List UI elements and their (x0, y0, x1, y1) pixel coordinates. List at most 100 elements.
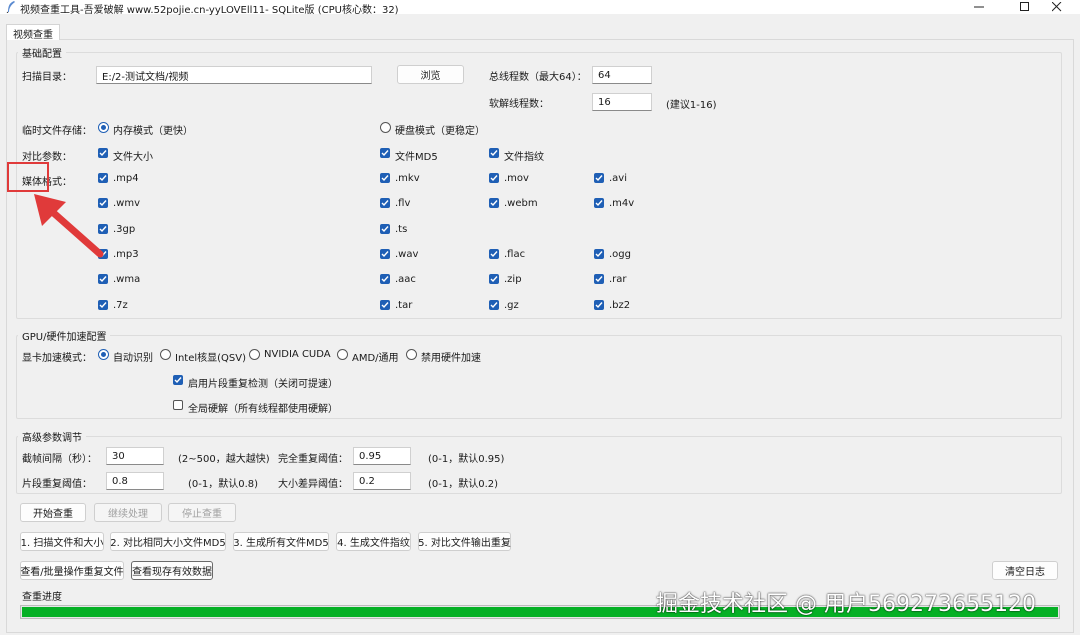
format-tar-checkbox[interactable] (380, 300, 390, 310)
total-threads-input[interactable] (592, 66, 652, 84)
format-zip-checkbox[interactable] (489, 274, 499, 284)
format-mov-label: .mov (504, 173, 529, 184)
full-dup-threshold-hint: (0-1，默认0.95) (428, 454, 505, 465)
checkmark-icon (99, 150, 107, 157)
format-m4v-label: .m4v (609, 198, 635, 209)
checkmark-icon (99, 302, 107, 309)
title-bar: 视频查重工具-吾爱破解 www.52pojie.cn-yyLOVEll11- S… (0, 0, 1080, 16)
gpu-amd-label: AMD/通用 (352, 353, 399, 364)
segment-dup-threshold-input[interactable] (106, 472, 164, 490)
compare-params-label: 对比参数： (22, 152, 72, 163)
segment-dup-threshold-label: 片段重复阈值： (22, 479, 92, 490)
scan-dir-input[interactable] (96, 66, 372, 84)
checkmark-icon (490, 200, 498, 207)
format-flac-checkbox[interactable] (489, 249, 499, 259)
gpu-mode-label: 显卡加速模式： (22, 353, 92, 364)
file-md5-checkbox[interactable] (380, 148, 390, 158)
continue-button[interactable]: 继续处理 (94, 503, 162, 522)
format-mkv-label: .mkv (395, 173, 420, 184)
format-ts-checkbox[interactable] (380, 224, 390, 234)
global-hw-decode-label: 全局硬解（所有线程都使用硬解） (188, 404, 338, 415)
format-flv-label: .flv (395, 198, 411, 209)
close-button[interactable] (1034, 0, 1080, 14)
memory-mode-radio[interactable] (98, 122, 109, 133)
watermark-text: 掘金技术社区 @ 用户569273655120 (656, 592, 1036, 617)
gpu-disable-radio[interactable] (406, 349, 417, 360)
close-icon (1052, 2, 1062, 12)
start-dedup-button[interactable]: 开始查重 (20, 503, 86, 522)
format-flv-checkbox[interactable] (380, 198, 390, 208)
file-fingerprint-label: 文件指纹 (504, 152, 544, 163)
format-wma-checkbox[interactable] (98, 274, 108, 284)
format-mov-checkbox[interactable] (489, 173, 499, 183)
checkmark-icon (381, 302, 389, 309)
gpu-config-title: GPU/硬件加速配置 (18, 328, 111, 343)
minimize-icon (974, 6, 984, 8)
format-aac-checkbox[interactable] (380, 274, 390, 284)
checkmark-icon (381, 150, 389, 157)
decode-threads-input[interactable] (592, 93, 652, 111)
gpu-auto-radio[interactable] (98, 349, 109, 360)
step4-fingerprint-button[interactable]: 4. 生成文件指纹 (336, 532, 411, 551)
format-7z-checkbox[interactable] (98, 300, 108, 310)
view-valid-data-button[interactable]: 查看现存有效数据 (131, 561, 213, 580)
size-diff-threshold-input[interactable] (353, 472, 411, 490)
full-dup-threshold-input[interactable] (353, 447, 411, 465)
checkmark-icon (595, 276, 603, 283)
checkmark-icon (490, 150, 498, 157)
format-avi-checkbox[interactable] (594, 173, 604, 183)
gpu-intel-radio[interactable] (160, 349, 171, 360)
format-m4v-checkbox[interactable] (594, 198, 604, 208)
checkmark-icon (490, 276, 498, 283)
tab-video-dedup[interactable]: 视频查重 (6, 24, 60, 41)
format-wav-checkbox[interactable] (380, 249, 390, 259)
global-hw-decode-checkbox[interactable] (173, 400, 183, 410)
gpu-auto-label: 自动识别 (113, 353, 153, 364)
frame-interval-input[interactable] (106, 447, 164, 465)
browse-button[interactable]: 浏览 (397, 65, 464, 84)
clear-log-button[interactable]: 清空日志 (992, 561, 1058, 580)
step5-output-duplicates-button[interactable]: 5. 对比文件输出重复 (418, 532, 511, 551)
step2-compare-md5-button[interactable]: 2. 对比相同大小文件MD5 (110, 532, 226, 551)
file-size-checkbox[interactable] (98, 148, 108, 158)
annotation-highlight-box (7, 162, 49, 192)
checkmark-icon (381, 175, 389, 182)
gpu-disable-label: 禁用硬件加速 (421, 353, 481, 364)
format-aac-label: .aac (395, 274, 416, 285)
checkmark-icon (490, 302, 498, 309)
format-rar-label: .rar (609, 274, 627, 285)
size-diff-threshold-label: 大小差异阈值： (278, 479, 348, 490)
disk-mode-radio[interactable] (380, 122, 391, 133)
checkmark-icon (595, 175, 603, 182)
size-diff-threshold-hint: (0-1，默认0.2) (428, 479, 499, 490)
format-gz-checkbox[interactable] (489, 300, 499, 310)
format-zip-label: .zip (504, 274, 522, 285)
checkmark-icon (595, 302, 603, 309)
minimize-button[interactable] (956, 0, 1002, 14)
view-batch-duplicates-button[interactable]: 查看/批量操作重复文件 (20, 561, 124, 580)
format-mp4-checkbox[interactable] (98, 173, 108, 183)
disk-mode-label: 硬盘模式（更稳定） (395, 126, 485, 137)
format-rar-checkbox[interactable] (594, 274, 604, 284)
format-ts-label: .ts (395, 224, 408, 235)
step3-generate-md5-button[interactable]: 3. 生成所有文件MD5 (233, 532, 329, 551)
format-ogg-checkbox[interactable] (594, 249, 604, 259)
stop-dedup-button[interactable]: 停止查重 (168, 503, 236, 522)
file-md5-label: 文件MD5 (395, 152, 438, 163)
progress-label: 查重进度 (22, 592, 62, 603)
advanced-params-title: 高级参数调节 (18, 429, 86, 444)
format-mkv-checkbox[interactable] (380, 173, 390, 183)
segment-detect-checkbox[interactable] (173, 375, 183, 385)
basic-config-group (16, 52, 1062, 319)
format-tar-label: .tar (395, 300, 413, 311)
step1-scan-button[interactable]: 1. 扫描文件和大小 (20, 532, 104, 551)
format-mp4-label: .mp4 (113, 173, 139, 184)
format-webm-checkbox[interactable] (489, 198, 499, 208)
gpu-amd-radio[interactable] (337, 349, 348, 360)
gpu-nvidia-radio[interactable] (249, 349, 260, 360)
checkmark-icon (99, 276, 107, 283)
file-fingerprint-checkbox[interactable] (489, 148, 499, 158)
format-bz2-checkbox[interactable] (594, 300, 604, 310)
format-ogg-label: .ogg (609, 249, 631, 260)
memory-mode-label: 内存模式（更快） (113, 126, 193, 137)
